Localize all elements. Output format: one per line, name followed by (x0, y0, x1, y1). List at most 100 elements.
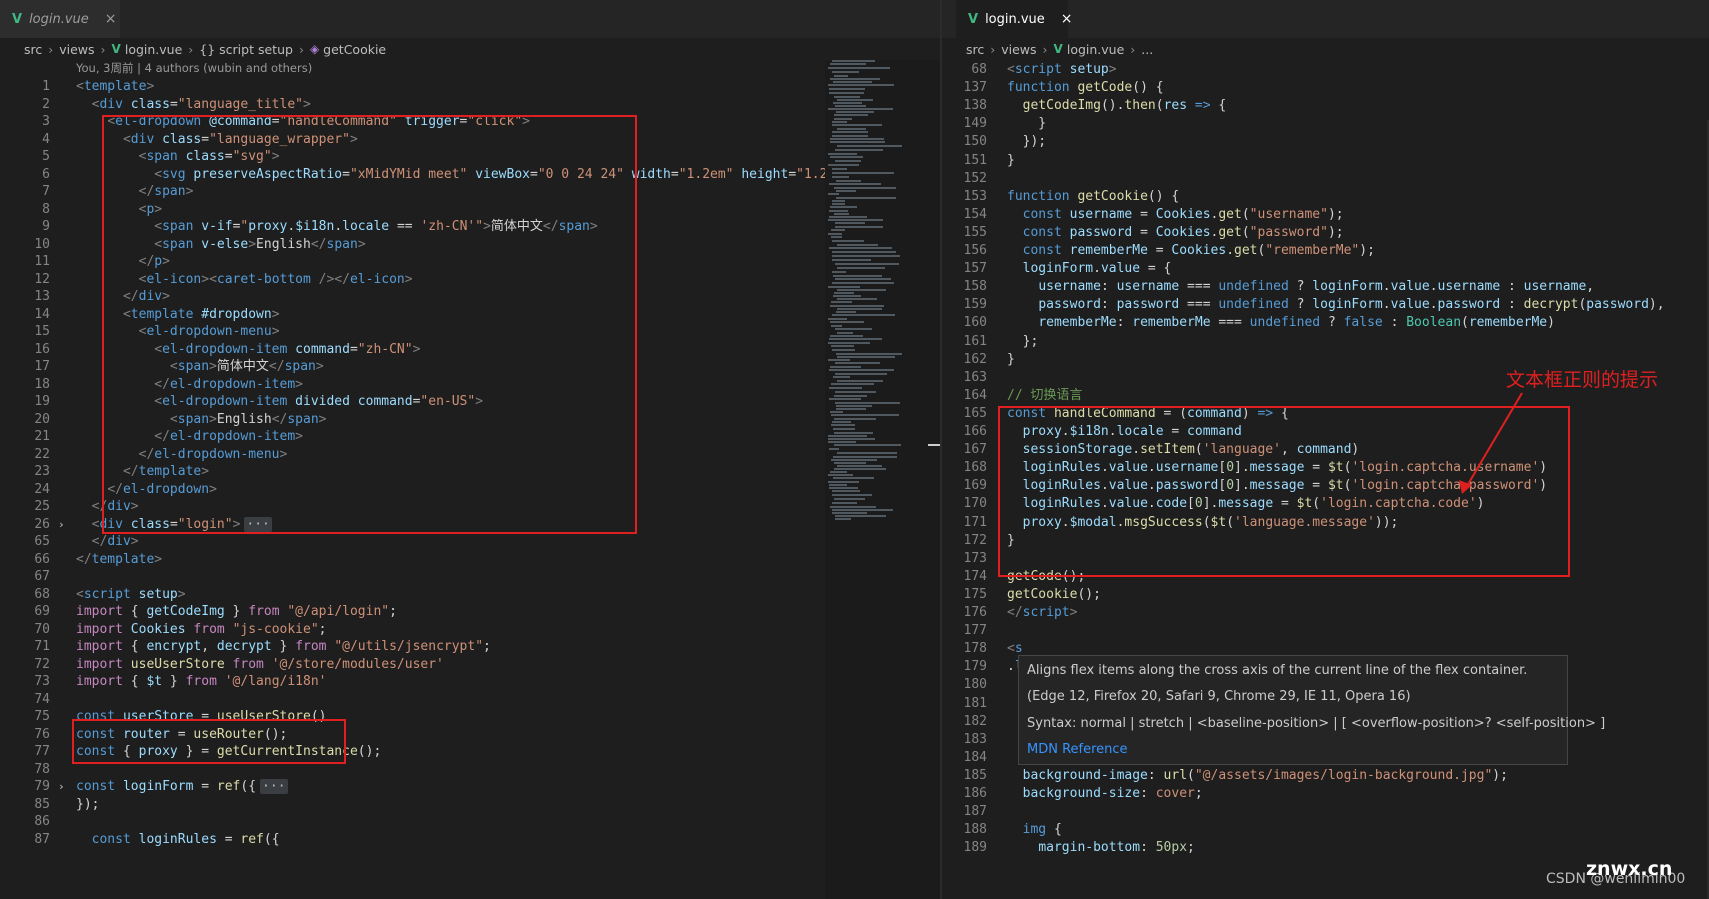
line-number: 7 (42, 184, 50, 199)
code-text: </template> (76, 551, 163, 567)
minimap-line (833, 275, 882, 277)
minimap-line (833, 376, 850, 378)
minimap-line (837, 332, 853, 334)
line-number: 23 (34, 464, 50, 479)
line-number: 182 (963, 713, 987, 729)
code-text: </script> (1007, 605, 1078, 620)
minimap-line (828, 435, 867, 437)
minimap-line (837, 356, 895, 358)
right-editor-pane: V login.vue × src › views › V login.vue … (942, 0, 1709, 899)
fold-chevron-icon[interactable]: › (58, 515, 65, 534)
minimap-line (832, 282, 894, 284)
minimap-line (835, 226, 883, 228)
minimap-line (835, 391, 876, 393)
code-text: password: password === undefined ? login… (1038, 297, 1665, 313)
minimap[interactable] (828, 60, 928, 530)
minimap-line (830, 506, 876, 508)
minimap-line (837, 267, 885, 269)
minimap-line (832, 502, 857, 504)
minimap-line (832, 135, 868, 137)
minimap-line (831, 383, 874, 385)
code-text: loginForm.value = { (1022, 261, 1172, 277)
breadcrumb-getcookie[interactable]: getCookie (323, 42, 386, 57)
mdn-reference-link[interactable]: MDN Reference (1027, 742, 1128, 757)
minimap-line (832, 172, 894, 174)
code-text: import { $t } from '@/lang/i18n' (76, 674, 327, 689)
minimap-line (829, 487, 858, 489)
line-number: 149 (963, 116, 987, 132)
minimap-line (837, 308, 882, 310)
tab-login-vue-left[interactable]: V login.vue × (0, 0, 120, 38)
breadcrumb-script-setup[interactable]: {} script setup (199, 42, 293, 57)
minimap-line (831, 459, 877, 461)
line-number: 67 (34, 569, 50, 584)
close-icon[interactable]: × (105, 11, 117, 27)
close-icon[interactable]: × (1061, 11, 1073, 27)
line-number: 78 (34, 761, 50, 777)
highlight-box-import (72, 719, 346, 764)
fold-chevron-icon[interactable]: › (58, 777, 65, 796)
minimap-line (828, 318, 847, 320)
tooltip-browser-support: (Edge 12, Firefox 20, Safari 9, Chrome 2… (1027, 689, 1411, 704)
line-number: 168 (963, 460, 987, 476)
line-number: 9 (42, 219, 50, 234)
line-number: 163 (963, 369, 987, 385)
minimap-line (837, 128, 866, 130)
highlight-box-dropdown (102, 115, 637, 534)
minimap-line (836, 111, 874, 113)
line-number: 184 (963, 749, 987, 765)
minimap-line (837, 452, 897, 454)
minimap-line (832, 255, 900, 257)
minimap-line (830, 63, 866, 65)
breadcrumb-views[interactable]: views (1001, 42, 1036, 57)
left-editor-pane: V login.vue × src › views › V login.vue … (0, 0, 940, 899)
breadcrumb-src[interactable]: src (966, 42, 984, 57)
minimap-line (833, 477, 874, 479)
minimap-line (832, 203, 845, 205)
line-number: 76 (34, 726, 50, 742)
minimap-line (833, 81, 872, 83)
minimap-line (830, 321, 864, 323)
codelens-authors[interactable]: You, 3周前 | 4 authors (wubin and others) (76, 60, 312, 77)
tab-label: login.vue (985, 11, 1045, 27)
line-number: 68 (34, 586, 50, 602)
tab-login-vue-right[interactable]: V login.vue × (956, 0, 1073, 38)
line-number: 14 (34, 306, 50, 322)
line-number: 12 (34, 271, 50, 287)
line-number: 10 (34, 236, 50, 252)
line-number: 162 (963, 351, 987, 367)
minimap-line (832, 124, 882, 126)
code-text: import Cookies from "js-cookie"; (76, 621, 327, 637)
line-number: 152 (963, 170, 987, 186)
chevron-right-icon: › (1130, 41, 1136, 57)
minimap-line (835, 328, 872, 330)
line-number: 2 (42, 96, 50, 112)
line-number: 68 (971, 62, 987, 77)
breadcrumb-file[interactable]: login.vue (125, 42, 182, 57)
minimap-line (829, 369, 894, 371)
minimap-line (835, 160, 861, 162)
minimap-line (835, 222, 865, 224)
breadcrumb-file[interactable]: login.vue (1067, 42, 1124, 57)
minimap-line (833, 456, 897, 458)
tab-label: login.vue (29, 11, 89, 27)
minimap-line (830, 411, 843, 413)
line-number: 86 (34, 814, 50, 829)
line-number: 179 (963, 659, 987, 675)
scrollbar-thumb[interactable] (928, 444, 940, 446)
minimap-line (837, 145, 902, 147)
minimap-line (828, 359, 850, 361)
minimap-line (835, 362, 880, 364)
line-number: 74 (34, 691, 50, 707)
minimap-line (832, 60, 875, 62)
line-number: 21 (34, 429, 50, 444)
breadcrumb-src[interactable]: src (24, 42, 42, 57)
minimap-line (828, 164, 859, 166)
line-number: 138 (963, 98, 987, 114)
breadcrumb-more[interactable]: ... (1141, 42, 1153, 57)
minimap-line (830, 138, 884, 140)
minimap-line (828, 67, 890, 69)
line-number: 71 (34, 639, 50, 654)
line-number: 178 (963, 641, 987, 657)
breadcrumb-views[interactable]: views (59, 42, 94, 57)
